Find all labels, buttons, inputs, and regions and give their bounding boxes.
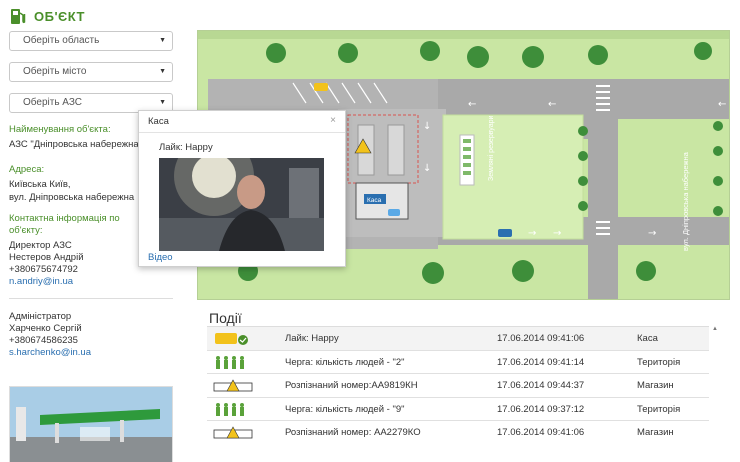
- reserve-label: Земляні резервуари: [487, 116, 495, 181]
- page-header: ОБ'ЄКТ: [10, 6, 85, 26]
- table-row[interactable]: Лайк: Happy 17.06.2014 09:41:06 Каса: [207, 326, 709, 350]
- event-place: Магазин: [637, 427, 674, 438]
- svg-text:↓: ↓: [423, 163, 431, 174]
- queue-icon: [213, 355, 253, 370]
- plate-icon: [213, 378, 253, 393]
- event-time: 17.06.2014 09:41:06: [497, 333, 585, 344]
- popup-event-text: Лайк: Happy: [159, 142, 213, 153]
- event-place: Каса: [637, 333, 658, 344]
- camera-popup: Каса × Лайк: Happy Відео: [138, 110, 346, 267]
- scroll-up-icon[interactable]: ▲: [712, 326, 718, 332]
- svg-text:←: ←: [548, 99, 556, 110]
- svg-text:→: →: [553, 228, 561, 239]
- queue-icon: [213, 402, 253, 417]
- object-name-label: Найменування об'єкта:: [9, 124, 111, 135]
- svg-text:→: →: [648, 228, 656, 239]
- event-desc: Розпізнаний номер:АА9819КН: [285, 380, 418, 391]
- svg-text:←: ←: [718, 99, 726, 110]
- director-role: Директор АЗС: [9, 240, 72, 251]
- event-place: Магазин: [637, 380, 674, 391]
- admin-phone: +380674586235: [9, 335, 78, 346]
- event-desc: Черга: кількість людей - "9": [285, 403, 405, 415]
- director-email-link[interactable]: n.andriy@in.ua: [9, 276, 73, 287]
- event-time: 17.06.2014 09:41:14: [497, 356, 585, 368]
- plate-icon: [213, 425, 253, 440]
- video-link[interactable]: Відео: [148, 252, 173, 263]
- admin-name: Харченко Сергій: [9, 323, 82, 334]
- event-place: Територія: [637, 403, 681, 415]
- close-icon[interactable]: ×: [330, 115, 336, 126]
- address-line1: Київська Київ,: [9, 179, 71, 190]
- events-title: Події: [209, 310, 242, 326]
- station-photo: [9, 386, 173, 462]
- event-time: 17.06.2014 09:41:06: [497, 427, 585, 438]
- event-desc: Лайк: Happy: [285, 333, 339, 344]
- gas-pump-icon: [10, 7, 26, 25]
- popup-title: Каса: [148, 116, 169, 127]
- address-label: Адреса:: [9, 164, 45, 175]
- admin-role: Адміністратор: [9, 311, 72, 322]
- chevron-down-icon: ▼: [159, 37, 166, 44]
- popup-divider: [139, 132, 345, 133]
- contacts-label: Контактна інформація по: [9, 213, 120, 224]
- chevron-down-icon: ▼: [159, 68, 166, 75]
- svg-text:→: →: [528, 228, 536, 239]
- event-desc: Розпізнаний номер: АА2279КО: [285, 427, 421, 438]
- event-desc: Черга: кількість людей - "2": [285, 356, 405, 368]
- page-title: ОБ'ЄКТ: [34, 8, 85, 24]
- svg-text:↓: ↓: [423, 121, 431, 132]
- event-place: Територія: [637, 356, 681, 368]
- divider: [9, 298, 173, 299]
- camera-snapshot[interactable]: [159, 158, 324, 251]
- event-time: 17.06.2014 09:37:12: [497, 403, 585, 415]
- events-table: Лайк: Happy 17.06.2014 09:41:06 Каса Чер…: [207, 326, 709, 444]
- street-label: вул. Дніпровська набережна: [681, 151, 690, 251]
- svg-text:←: ←: [468, 99, 476, 110]
- like-icon: [213, 331, 253, 346]
- table-row[interactable]: Розпізнаний номер:АА9819КН 17.06.2014 09…: [207, 373, 709, 397]
- table-row[interactable]: Черга: кількість людей - "9" 17.06.2014 …: [207, 396, 709, 421]
- director-phone: +380675674792: [9, 264, 78, 275]
- event-time: 17.06.2014 09:44:37: [497, 380, 585, 391]
- director-name: Нестеров Андрій: [9, 252, 84, 263]
- table-row[interactable]: Розпізнаний номер: АА2279КО 17.06.2014 0…: [207, 420, 709, 444]
- cashier-marker: Каса: [367, 197, 382, 204]
- contacts-label-2: об'єкту:: [9, 225, 43, 236]
- admin-email-link[interactable]: s.harchenko@in.ua: [9, 347, 91, 358]
- events-scrollbar[interactable]: ▲: [711, 326, 719, 456]
- region-select[interactable]: Оберіть область ▼: [9, 31, 173, 51]
- table-row[interactable]: Черга: кількість людей - "2" 17.06.2014 …: [207, 349, 709, 374]
- city-select[interactable]: Оберіть місто ▼: [9, 62, 173, 82]
